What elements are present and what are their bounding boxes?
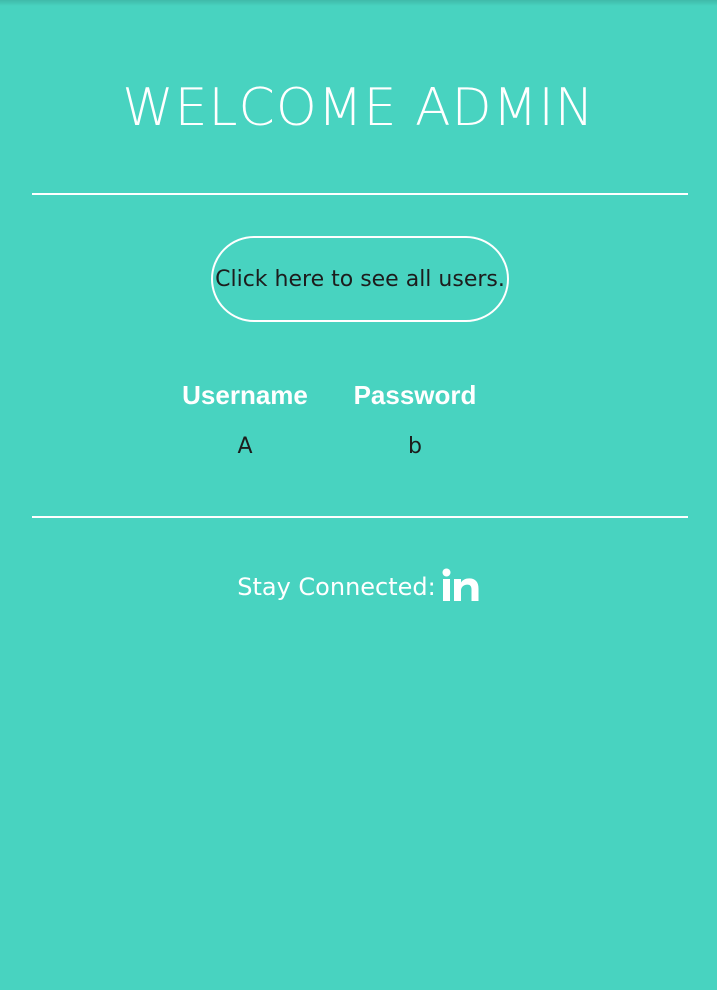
password-cell: b [408,434,422,459]
top-shadow [0,0,717,6]
page-title: WELCOME ADMIN [122,78,595,138]
password-header: Password [353,380,477,410]
view-all-users-button[interactable]: Click here to see all users. [211,236,509,322]
username-cell: A [237,434,253,459]
divider-top [32,193,688,195]
username-header: Username [182,380,308,410]
footer: Stay Connected: [0,556,717,614]
linkedin-icon [442,568,479,601]
stay-connected-label: Stay Connected: [237,573,436,601]
linkedin-link[interactable] [442,568,480,602]
divider-bottom [32,516,688,518]
password-column: Password b [340,370,490,474]
username-column: Username A [170,370,320,474]
